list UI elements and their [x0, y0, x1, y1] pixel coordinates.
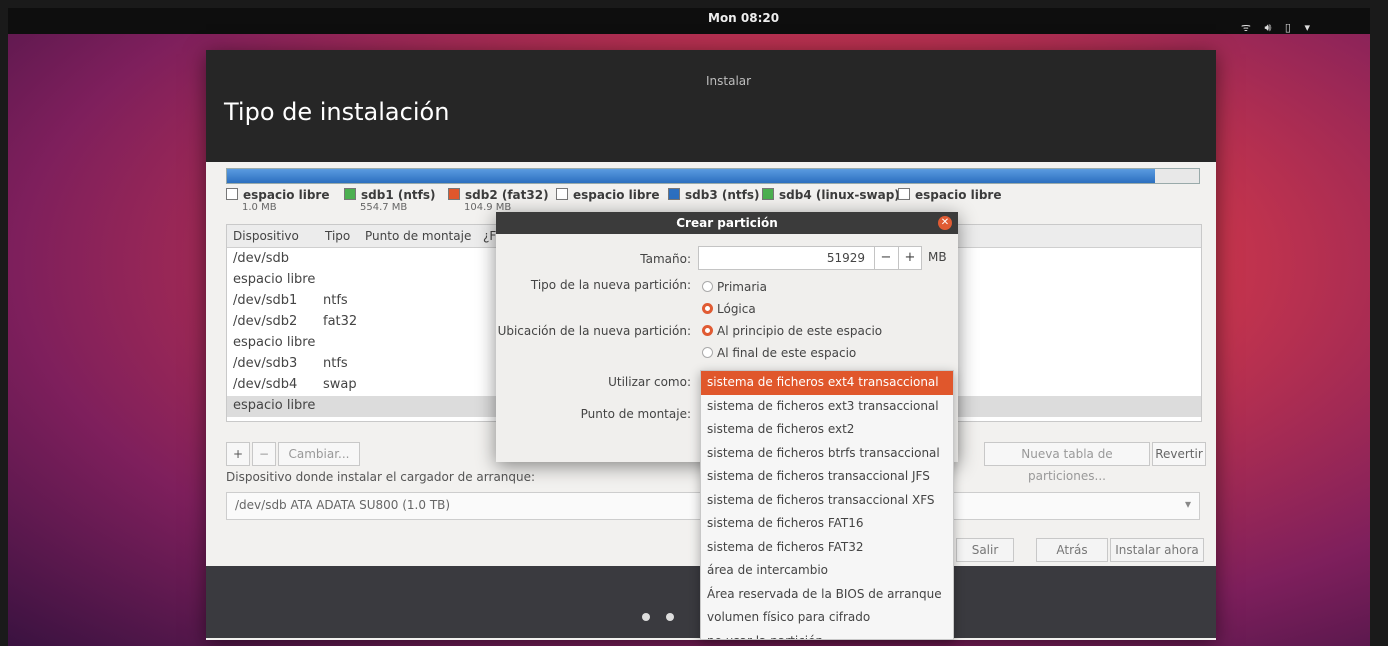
progress-dot	[666, 613, 674, 621]
size-increase-button[interactable]: +	[898, 247, 921, 269]
change-partition-button[interactable]: Cambiar...	[278, 442, 360, 466]
progress-dots	[642, 610, 690, 624]
column-header[interactable]: ¿F	[483, 229, 496, 243]
legend-swatch	[762, 188, 774, 200]
legend-swatch	[344, 188, 356, 200]
column-header[interactable]: Punto de montaje	[365, 229, 471, 243]
radio-icon	[702, 281, 713, 292]
dropdown-option[interactable]: sistema de ficheros ext3 transaccional	[701, 395, 953, 419]
size-value[interactable]: 51929	[827, 251, 865, 265]
revert-button[interactable]: Revertir	[1152, 442, 1206, 466]
legend-swatch	[448, 188, 460, 200]
new-partition-table-button[interactable]: Nueva tabla de particiones...	[984, 442, 1150, 483]
progress-dot	[642, 613, 650, 621]
remove-partition-button[interactable]: −	[252, 442, 276, 466]
legend-item: sdb2 (fat32) 104.9 MB	[448, 188, 549, 213]
size-decrease-button[interactable]: −	[874, 247, 897, 269]
dropdown-option-selected[interactable]: sistema de ficheros ext4 transaccional	[701, 371, 953, 395]
legend-item: espacio libre	[898, 188, 1002, 202]
back-button[interactable]: Atrás	[1036, 538, 1108, 562]
radio-beginning[interactable]: Al principio de este espacio	[702, 324, 882, 338]
dropdown-option[interactable]: sistema de ficheros btrfs transaccional	[701, 442, 953, 466]
radio-logical[interactable]: Lógica	[702, 302, 756, 316]
size-input[interactable]: 51929 − +	[698, 246, 922, 270]
legend-swatch	[556, 188, 568, 200]
chevron-down-icon: ▾	[1184, 497, 1191, 511]
legend-item: espacio libre 1.0 MB	[226, 188, 330, 213]
page-title: Tipo de instalación	[224, 98, 450, 126]
top-bar: Mon 08:20 ᯤ 🔊︎ ▯ ▾	[8, 8, 1370, 34]
dialog-title-bar: Crear partición ✕	[496, 212, 958, 234]
dropdown-option[interactable]: sistema de ficheros transaccional JFS	[701, 465, 953, 489]
wifi-icon[interactable]: ᯤ	[1241, 21, 1251, 34]
legend-item: espacio libre	[556, 188, 660, 202]
battery-icon[interactable]: ▯	[1285, 21, 1291, 34]
dialog-title: Crear partición	[676, 216, 778, 230]
legend-swatch	[668, 188, 680, 200]
dropdown-option[interactable]: sistema de ficheros ext2	[701, 418, 953, 442]
dropdown-option[interactable]: sistema de ficheros transaccional XFS	[701, 489, 953, 513]
legend-swatch	[898, 188, 910, 200]
dropdown-option[interactable]: no usar la partición	[701, 630, 953, 640]
bootloader-label: Dispositivo donde instalar el cargador d…	[226, 470, 536, 484]
radio-primary[interactable]: Primaria	[702, 280, 767, 294]
partition-type-label: Tipo de la nueva partición:	[530, 278, 691, 292]
legend-item: sdb4 (linux-swap)	[762, 188, 900, 202]
volume-icon[interactable]: 🔊︎	[1264, 21, 1271, 34]
partition-location-label: Ubicación de la nueva partición:	[497, 324, 691, 338]
window-title: Instalar	[706, 74, 752, 88]
use-as-dropdown-list[interactable]: sistema de ficheros ext4 transaccional s…	[700, 370, 954, 640]
column-header[interactable]: Tipo	[325, 229, 350, 243]
legend-item: sdb1 (ntfs) 554.7 MB	[344, 188, 435, 213]
clock[interactable]: Mon 08:20	[708, 11, 779, 25]
close-icon[interactable]: ✕	[938, 216, 952, 230]
legend-swatch	[226, 188, 238, 200]
size-unit: MB	[928, 250, 947, 264]
dropdown-option[interactable]: área de intercambio	[701, 559, 953, 583]
install-now-button[interactable]: Instalar ahora	[1110, 538, 1204, 562]
add-partition-button[interactable]: +	[226, 442, 250, 466]
partition-bar	[226, 168, 1200, 184]
system-tray[interactable]: ᯤ 🔊︎ ▯ ▾	[1231, 20, 1310, 35]
dropdown-option[interactable]: sistema de ficheros FAT32	[701, 536, 953, 560]
use-as-label: Utilizar como:	[608, 375, 691, 389]
quit-button[interactable]: Salir	[956, 538, 1014, 562]
radio-checked-icon	[702, 325, 713, 336]
size-label: Tamaño:	[640, 252, 691, 266]
radio-icon	[702, 347, 713, 358]
dropdown-option[interactable]: Área reservada de la BIOS de arranque	[701, 583, 953, 607]
dropdown-option[interactable]: sistema de ficheros FAT16	[701, 512, 953, 536]
column-header[interactable]: Dispositivo	[233, 229, 299, 243]
window-header: Instalar Tipo de instalación	[206, 50, 1216, 162]
legend-item: sdb3 (ntfs)	[668, 188, 759, 202]
dropdown-icon[interactable]: ▾	[1304, 21, 1310, 34]
dropdown-option[interactable]: volumen físico para cifrado	[701, 606, 953, 630]
radio-end[interactable]: Al final de este espacio	[702, 346, 856, 360]
radio-checked-icon	[702, 303, 713, 314]
mount-point-label: Punto de montaje:	[580, 407, 691, 421]
